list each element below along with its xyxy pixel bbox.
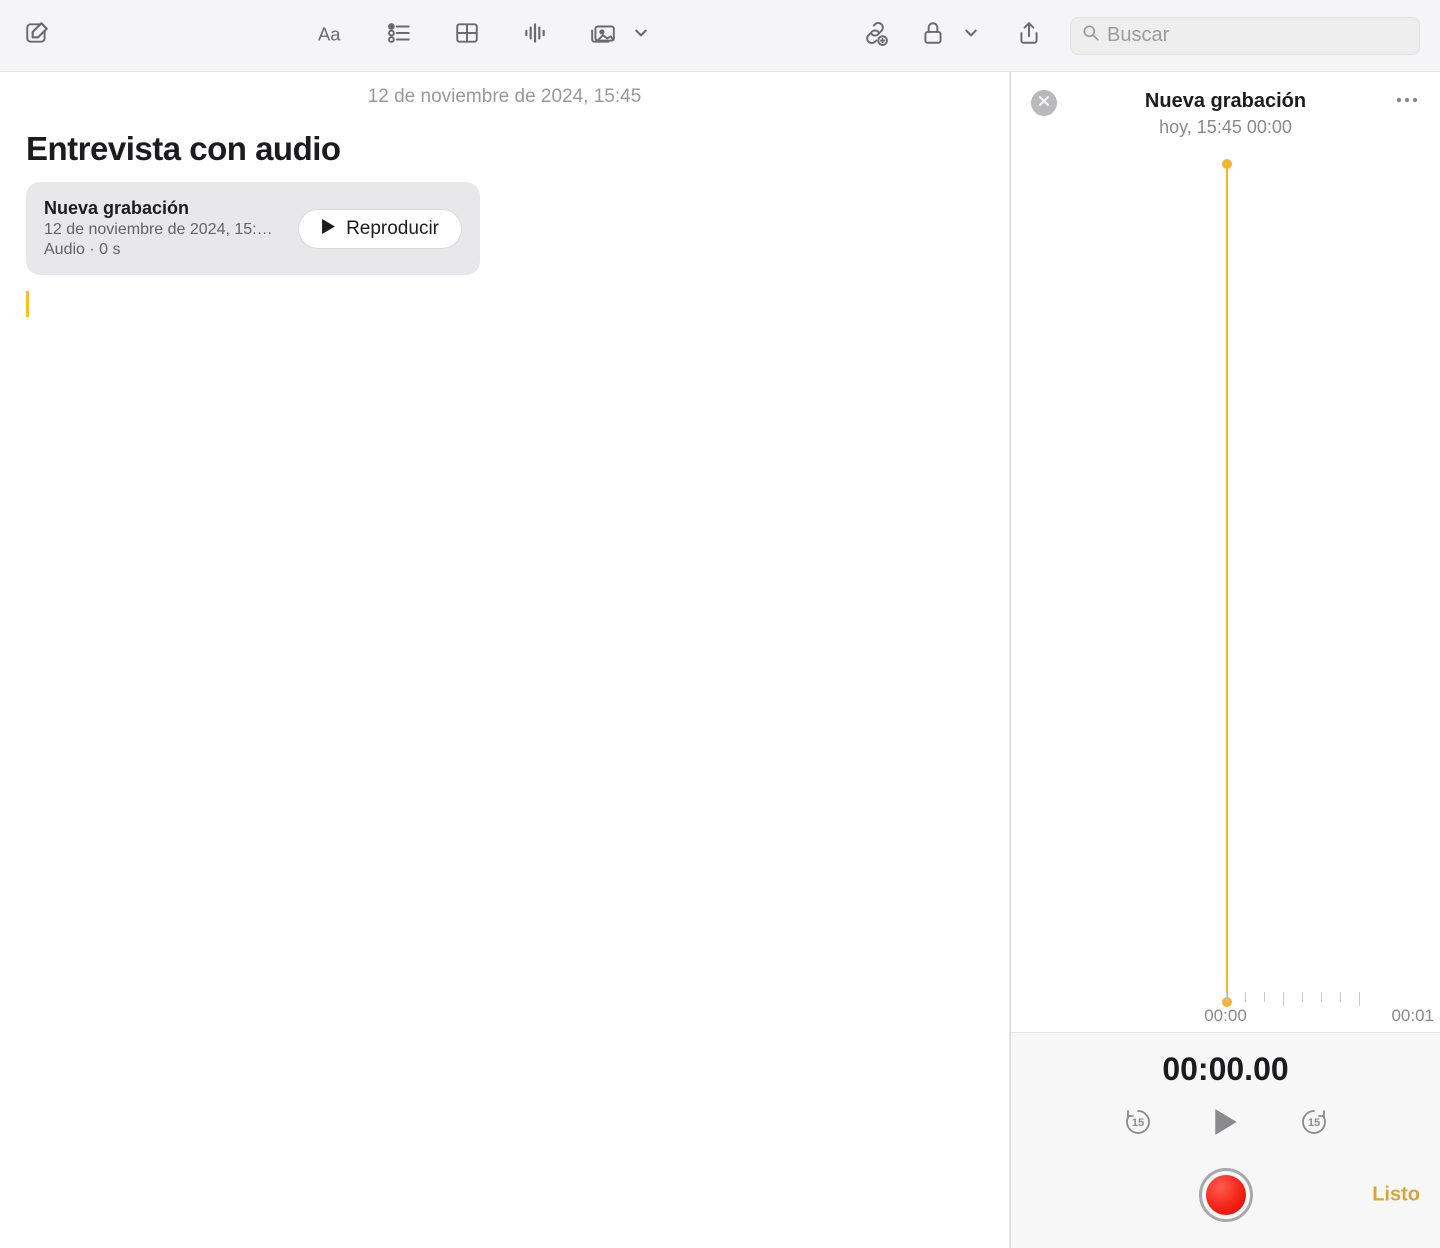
- skip-back-15-icon: 15: [1123, 1107, 1153, 1142]
- photo-icon: [590, 20, 616, 51]
- recorder-more-button[interactable]: [1394, 90, 1420, 108]
- record-icon: [1206, 1175, 1246, 1215]
- checklist-button[interactable]: [382, 19, 416, 53]
- search-input[interactable]: [1107, 24, 1409, 47]
- waveform-icon: [522, 20, 548, 51]
- format-button[interactable]: Aa: [314, 19, 348, 53]
- lock-button[interactable]: [916, 19, 950, 53]
- chevron-down-icon: [634, 26, 648, 45]
- timeline-label-start: 00:00: [1204, 1006, 1247, 1026]
- skip-forward-button[interactable]: 15: [1296, 1106, 1332, 1142]
- play-icon: [321, 218, 336, 240]
- close-icon: [1038, 94, 1050, 112]
- recording-subtitle: hoy, 15:45 00:00: [1057, 117, 1394, 138]
- lock-icon: [920, 20, 946, 51]
- text-cursor: [26, 291, 29, 317]
- close-recorder-button[interactable]: [1031, 90, 1057, 116]
- share-icon: [1016, 20, 1042, 51]
- attachment-title: Nueva grabación: [44, 198, 273, 219]
- waveform-timeline[interactable]: 00:00 00:01: [1011, 152, 1440, 1032]
- timeline-ticks: [1226, 992, 1360, 1006]
- skip-forward-15-icon: 15: [1299, 1107, 1329, 1142]
- recorder-panel: Nueva grabación hoy, 15:45 00:00 00:00 0…: [1010, 72, 1440, 1248]
- note-title[interactable]: Entrevista con audio: [26, 130, 983, 168]
- timeline-label-next: 00:01: [1391, 1006, 1434, 1026]
- play-label: Reproducir: [346, 218, 439, 240]
- more-icon: [1396, 90, 1418, 108]
- play-button[interactable]: [1208, 1106, 1244, 1142]
- compose-button[interactable]: [20, 19, 54, 53]
- lock-menu-button[interactable]: [954, 19, 988, 53]
- link-note-button[interactable]: [858, 19, 892, 53]
- audio-attachment[interactable]: Nueva grabación 12 de noviembre de 2024,…: [26, 182, 480, 275]
- play-attachment-button[interactable]: Reproducir: [298, 209, 462, 249]
- svg-text:Aa: Aa: [318, 24, 341, 45]
- record-button[interactable]: [1199, 1168, 1253, 1222]
- audio-button[interactable]: [518, 19, 552, 53]
- table-icon: [454, 20, 480, 51]
- svg-text:15: 15: [1131, 1117, 1143, 1129]
- svg-text:15: 15: [1307, 1117, 1319, 1129]
- media-menu-button[interactable]: [624, 19, 658, 53]
- toolbar: Aa: [0, 0, 1440, 72]
- media-button[interactable]: [586, 19, 620, 53]
- attachment-subtitle: 12 de noviembre de 2024, 15:…: [44, 221, 273, 239]
- share-button[interactable]: [1012, 19, 1046, 53]
- compose-icon: [24, 20, 50, 51]
- checklist-icon: [386, 20, 412, 51]
- elapsed-time: 00:00.00: [1031, 1051, 1420, 1088]
- play-icon: [1211, 1107, 1241, 1142]
- attachment-meta: Audio · 0 s: [44, 241, 273, 259]
- recorder-controls: 00:00.00 15 15: [1011, 1032, 1440, 1248]
- done-button[interactable]: Listo: [1372, 1184, 1420, 1207]
- note-editor[interactable]: 12 de noviembre de 2024, 15:45 Entrevist…: [0, 72, 1010, 1248]
- chevron-down-icon: [964, 26, 978, 45]
- search-box[interactable]: [1070, 17, 1420, 55]
- search-icon: [1081, 23, 1107, 48]
- note-date: 12 de noviembre de 2024, 15:45: [26, 72, 983, 108]
- skip-back-button[interactable]: 15: [1120, 1106, 1156, 1142]
- recording-title: Nueva grabación: [1057, 90, 1394, 113]
- link-plus-icon: [862, 20, 888, 51]
- table-button[interactable]: [450, 19, 484, 53]
- text-format-icon: Aa: [318, 20, 344, 51]
- playhead[interactable]: [1226, 164, 1228, 1002]
